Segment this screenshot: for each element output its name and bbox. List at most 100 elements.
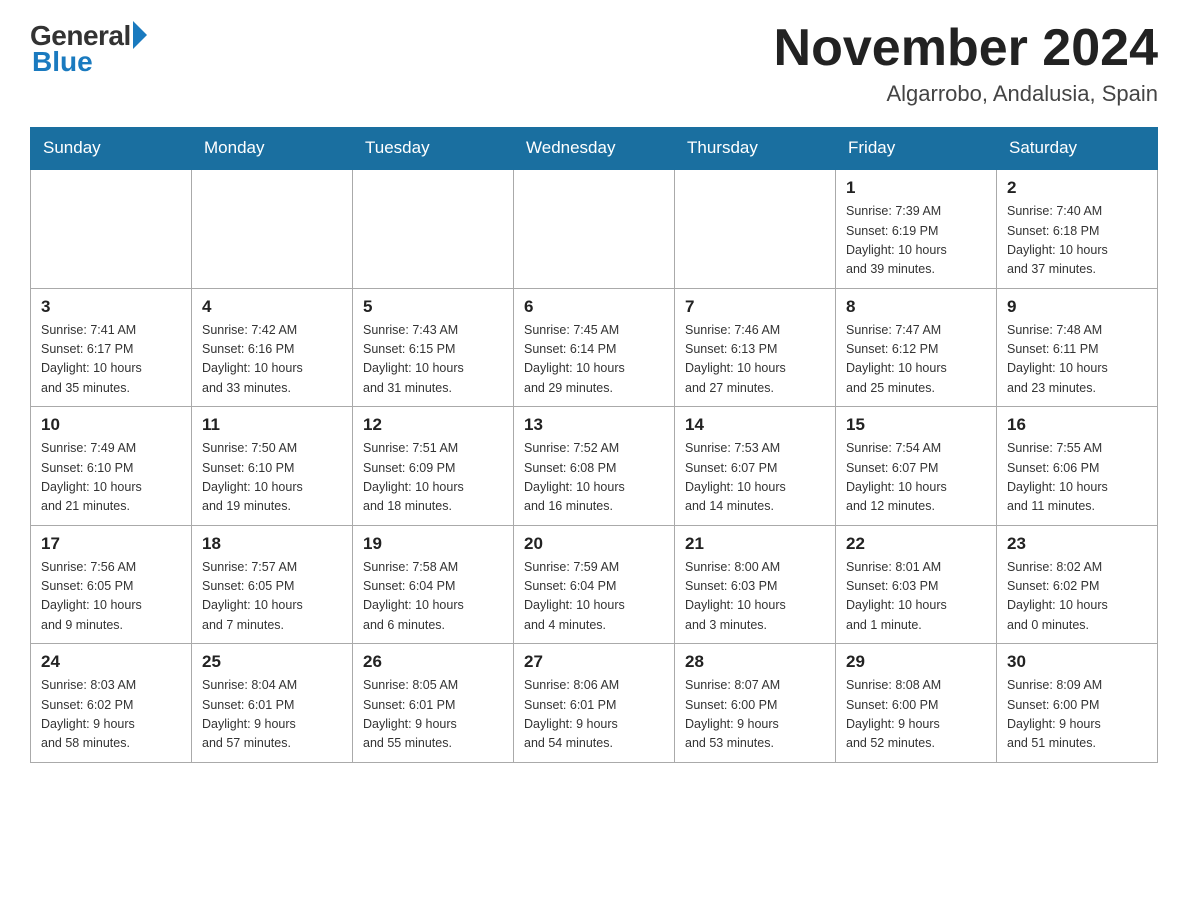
calendar-week-row: 1Sunrise: 7:39 AMSunset: 6:19 PMDaylight… bbox=[31, 169, 1158, 288]
day-info: Sunrise: 8:06 AMSunset: 6:01 PMDaylight:… bbox=[524, 676, 664, 754]
day-number: 12 bbox=[363, 415, 503, 435]
calendar-cell: 18Sunrise: 7:57 AMSunset: 6:05 PMDayligh… bbox=[192, 525, 353, 644]
day-number: 21 bbox=[685, 534, 825, 554]
location: Algarrobo, Andalusia, Spain bbox=[774, 81, 1158, 107]
calendar-cell: 26 Sunrise: 8:05 AMSunset: 6:01 PMDayligh… bbox=[353, 644, 514, 763]
day-of-week-header: Tuesday bbox=[353, 128, 514, 170]
day-of-week-header: Thursday bbox=[675, 128, 836, 170]
calendar-table: SundayMondayTuesdayWednesdayThursdayFrid… bbox=[30, 127, 1158, 763]
logo: General Blue bbox=[30, 20, 147, 78]
calendar-cell bbox=[353, 169, 514, 288]
day-number: 15 bbox=[846, 415, 986, 435]
day-number: 11 bbox=[202, 415, 342, 435]
day-info: Sunrise: 7:54 AMSunset: 6:07 PMDaylight:… bbox=[846, 439, 986, 517]
day-of-week-header: Sunday bbox=[31, 128, 192, 170]
day-info: Sunrise: 7:50 AMSunset: 6:10 PMDaylight:… bbox=[202, 439, 342, 517]
days-header-row: SundayMondayTuesdayWednesdayThursdayFrid… bbox=[31, 128, 1158, 170]
day-info: Sunrise: 7:48 AMSunset: 6:11 PMDaylight:… bbox=[1007, 321, 1147, 399]
day-info: Sunrise: 8:01 AMSunset: 6:03 PMDaylight:… bbox=[846, 558, 986, 636]
calendar-cell: 21 Sunrise: 8:00 AMSunset: 6:03 PMDayligh… bbox=[675, 525, 836, 644]
calendar-week-row: 17Sunrise: 7:56 AMSunset: 6:05 PMDayligh… bbox=[31, 525, 1158, 644]
day-number: 26 bbox=[363, 652, 503, 672]
calendar-cell: 14 Sunrise: 7:53 AMSunset: 6:07 PMDayligh… bbox=[675, 407, 836, 526]
day-info: Sunrise: 7:42 AMSunset: 6:16 PMDaylight:… bbox=[202, 321, 342, 399]
day-info: Sunrise: 7:58 AMSunset: 6:04 PMDaylight:… bbox=[363, 558, 503, 636]
calendar-cell: 10 Sunrise: 7:49 AMSunset: 6:10 PMDayligh… bbox=[31, 407, 192, 526]
day-number: 2 bbox=[1007, 178, 1147, 198]
calendar-cell: 3 Sunrise: 7:41 AMSunset: 6:17 PMDaylight… bbox=[31, 288, 192, 407]
calendar-cell bbox=[514, 169, 675, 288]
title-section: November 2024 Algarrobo, Andalusia, Spai… bbox=[774, 20, 1158, 107]
day-number: 6 bbox=[524, 297, 664, 317]
calendar-cell: 29 Sunrise: 8:08 AMSunset: 6:00 PMDayligh… bbox=[836, 644, 997, 763]
day-number: 8 bbox=[846, 297, 986, 317]
calendar-cell: 19 Sunrise: 7:58 AMSunset: 6:04 PMDayligh… bbox=[353, 525, 514, 644]
day-info: Sunrise: 7:51 AMSunset: 6:09 PMDaylight:… bbox=[363, 439, 503, 517]
day-info: Sunrise: 7:46 AMSunset: 6:13 PMDaylight:… bbox=[685, 321, 825, 399]
day-number: 10 bbox=[41, 415, 181, 435]
day-of-week-header: Wednesday bbox=[514, 128, 675, 170]
day-info: Sunrise: 7:55 AMSunset: 6:06 PMDaylight:… bbox=[1007, 439, 1147, 517]
day-info: Sunrise: 8:02 AMSunset: 6:02 PMDaylight:… bbox=[1007, 558, 1147, 636]
day-number: 22 bbox=[846, 534, 986, 554]
day-info: Sunrise: 8:04 AMSunset: 6:01 PMDaylight:… bbox=[202, 676, 342, 754]
month-title: November 2024 bbox=[774, 20, 1158, 77]
day-number: 14 bbox=[685, 415, 825, 435]
calendar-cell: 6 Sunrise: 7:45 AMSunset: 6:14 PMDaylight… bbox=[514, 288, 675, 407]
calendar-body: 1Sunrise: 7:39 AMSunset: 6:19 PMDaylight… bbox=[31, 169, 1158, 762]
calendar-cell: 13 Sunrise: 7:52 AMSunset: 6:08 PMDayligh… bbox=[514, 407, 675, 526]
day-number: 20 bbox=[524, 534, 664, 554]
calendar-cell: 20 Sunrise: 7:59 AMSunset: 6:04 PMDayligh… bbox=[514, 525, 675, 644]
day-info: Sunrise: 7:45 AMSunset: 6:14 PMDaylight:… bbox=[524, 321, 664, 399]
day-number: 29 bbox=[846, 652, 986, 672]
calendar-week-row: 24Sunrise: 8:03 AMSunset: 6:02 PMDayligh… bbox=[31, 644, 1158, 763]
day-info: Sunrise: 7:52 AMSunset: 6:08 PMDaylight:… bbox=[524, 439, 664, 517]
calendar-cell: 25 Sunrise: 8:04 AMSunset: 6:01 PMDayligh… bbox=[192, 644, 353, 763]
calendar-cell: 9 Sunrise: 7:48 AMSunset: 6:11 PMDaylight… bbox=[997, 288, 1158, 407]
logo-blue-text: Blue bbox=[32, 46, 93, 78]
day-number: 18 bbox=[202, 534, 342, 554]
day-info: Sunrise: 7:39 AMSunset: 6:19 PMDaylight:… bbox=[846, 202, 986, 280]
day-info: Sunrise: 7:47 AMSunset: 6:12 PMDaylight:… bbox=[846, 321, 986, 399]
day-number: 25 bbox=[202, 652, 342, 672]
day-info: Sunrise: 8:08 AMSunset: 6:00 PMDaylight:… bbox=[846, 676, 986, 754]
calendar-cell: 22 Sunrise: 8:01 AMSunset: 6:03 PMDayligh… bbox=[836, 525, 997, 644]
day-info: Sunrise: 7:49 AMSunset: 6:10 PMDaylight:… bbox=[41, 439, 181, 517]
calendar-cell: 23Sunrise: 8:02 AMSunset: 6:02 PMDayligh… bbox=[997, 525, 1158, 644]
calendar-cell: 5Sunrise: 7:43 AMSunset: 6:15 PMDaylight… bbox=[353, 288, 514, 407]
day-number: 5 bbox=[363, 297, 503, 317]
calendar-cell bbox=[31, 169, 192, 288]
calendar-cell: 27Sunrise: 8:06 AMSunset: 6:01 PMDayligh… bbox=[514, 644, 675, 763]
logo-triangle-icon bbox=[133, 21, 147, 49]
calendar-cell: 24Sunrise: 8:03 AMSunset: 6:02 PMDayligh… bbox=[31, 644, 192, 763]
day-number: 16 bbox=[1007, 415, 1147, 435]
day-number: 9 bbox=[1007, 297, 1147, 317]
day-info: Sunrise: 7:41 AMSunset: 6:17 PMDaylight:… bbox=[41, 321, 181, 399]
calendar-cell: 15 Sunrise: 7:54 AMSunset: 6:07 PMDayligh… bbox=[836, 407, 997, 526]
day-number: 17 bbox=[41, 534, 181, 554]
day-number: 28 bbox=[685, 652, 825, 672]
day-number: 7 bbox=[685, 297, 825, 317]
day-info: Sunrise: 8:00 AMSunset: 6:03 PMDaylight:… bbox=[685, 558, 825, 636]
calendar-cell: 30Sunrise: 8:09 AMSunset: 6:00 PMDayligh… bbox=[997, 644, 1158, 763]
day-number: 13 bbox=[524, 415, 664, 435]
day-info: Sunrise: 8:05 AMSunset: 6:01 PMDaylight:… bbox=[363, 676, 503, 754]
day-number: 24 bbox=[41, 652, 181, 672]
calendar-week-row: 10 Sunrise: 7:49 AMSunset: 6:10 PMDayligh… bbox=[31, 407, 1158, 526]
calendar-cell: 1Sunrise: 7:39 AMSunset: 6:19 PMDaylight… bbox=[836, 169, 997, 288]
calendar-cell: 11 Sunrise: 7:50 AMSunset: 6:10 PMDayligh… bbox=[192, 407, 353, 526]
day-info: Sunrise: 8:07 AMSunset: 6:00 PMDaylight:… bbox=[685, 676, 825, 754]
calendar-cell: 4Sunrise: 7:42 AMSunset: 6:16 PMDaylight… bbox=[192, 288, 353, 407]
day-number: 3 bbox=[41, 297, 181, 317]
day-info: Sunrise: 7:59 AMSunset: 6:04 PMDaylight:… bbox=[524, 558, 664, 636]
day-info: Sunrise: 7:53 AMSunset: 6:07 PMDaylight:… bbox=[685, 439, 825, 517]
day-number: 30 bbox=[1007, 652, 1147, 672]
calendar-cell: 28 Sunrise: 8:07 AMSunset: 6:00 PMDayligh… bbox=[675, 644, 836, 763]
calendar-cell: 16 Sunrise: 7:55 AMSunset: 6:06 PMDayligh… bbox=[997, 407, 1158, 526]
day-number: 19 bbox=[363, 534, 503, 554]
calendar-cell: 12 Sunrise: 7:51 AMSunset: 6:09 PMDayligh… bbox=[353, 407, 514, 526]
day-of-week-header: Saturday bbox=[997, 128, 1158, 170]
calendar-week-row: 3 Sunrise: 7:41 AMSunset: 6:17 PMDaylight… bbox=[31, 288, 1158, 407]
page-header: General Blue November 2024 Algarrobo, An… bbox=[30, 20, 1158, 107]
day-of-week-header: Monday bbox=[192, 128, 353, 170]
